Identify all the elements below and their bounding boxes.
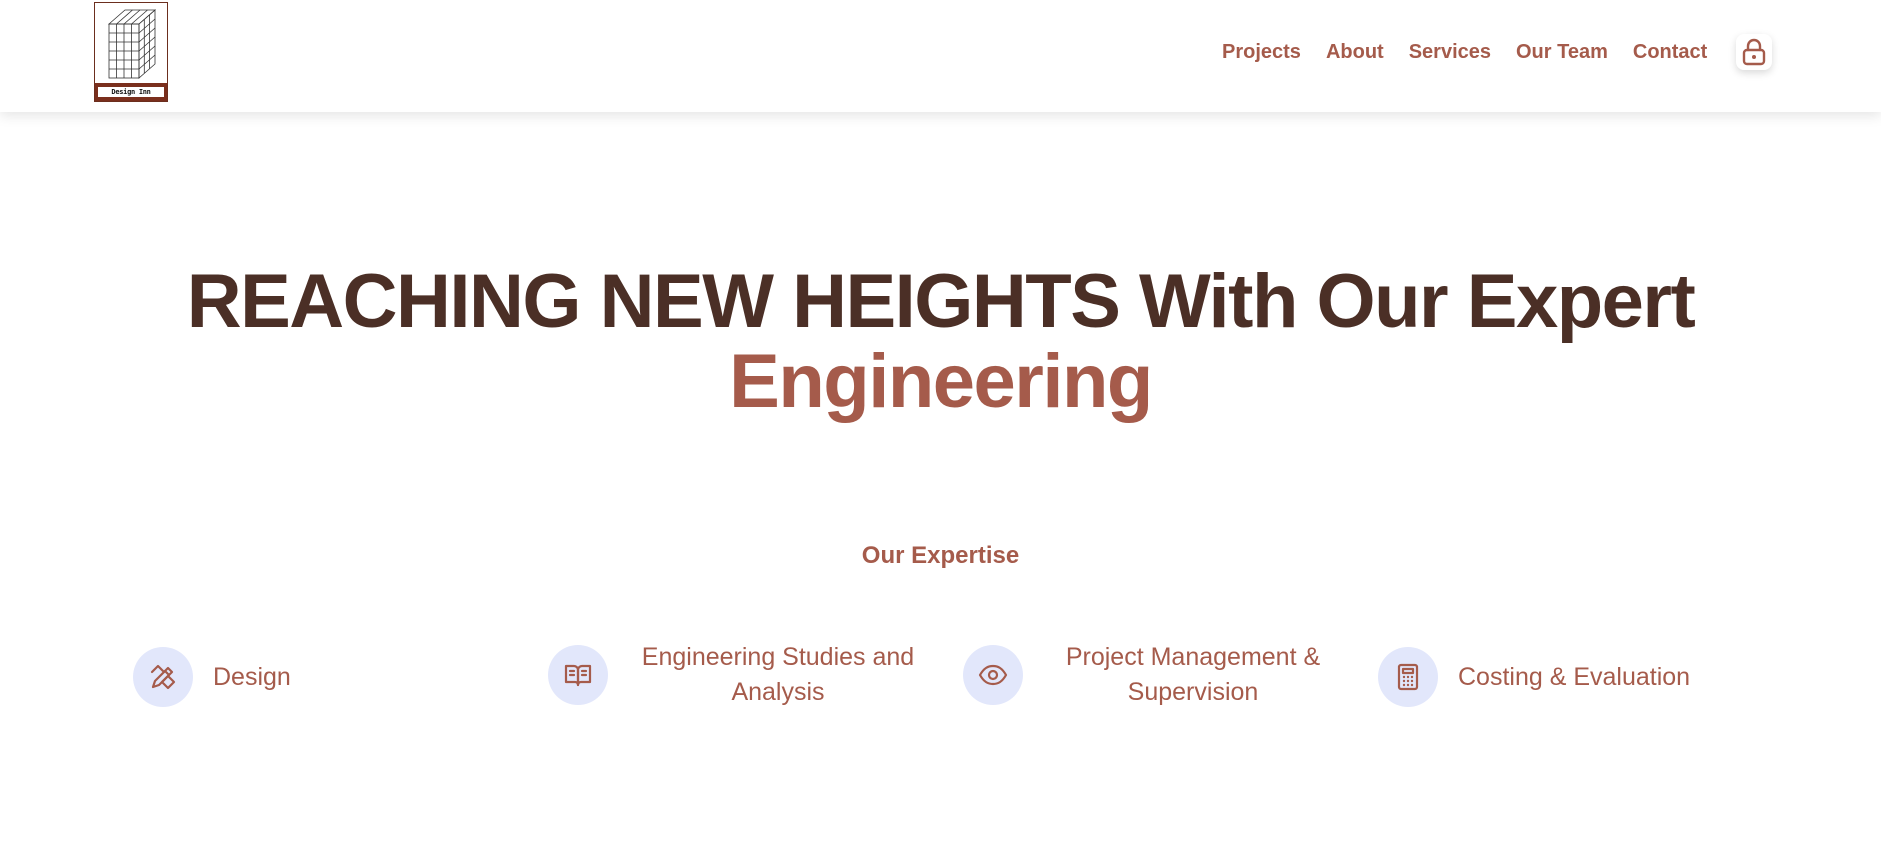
expertise-item-project-management[interactable]: Project Management & Supervision	[963, 640, 1343, 710]
main-nav: Projects About Services Our Team Contact	[1222, 36, 1732, 68]
site-logo[interactable]: Design Inn	[94, 2, 168, 102]
hero-title: REACHING NEW HEIGHTS With Our Expert	[186, 259, 1696, 344]
expertise-heading: Our Expertise	[861, 542, 1020, 569]
site-header: Design Inn Projects About Services Our T…	[0, 0, 1881, 112]
building-grid-icon	[107, 9, 157, 79]
expertise-label: Design	[213, 662, 291, 691]
expertise-label: Project Management & Supervision	[1065, 643, 1321, 706]
eye-icon	[963, 645, 1023, 705]
expertise-label: Engineering Studies and Analysis	[641, 643, 915, 706]
calculator-icon	[1378, 647, 1438, 707]
pencil-ruler-icon	[133, 647, 193, 707]
logo-band: Design Inn	[95, 83, 167, 101]
expertise-label: Costing & Evaluation	[1458, 662, 1691, 691]
expertise-item-design[interactable]: Design	[133, 647, 291, 707]
nav-services[interactable]: Services	[1409, 36, 1491, 68]
expertise-item-costing[interactable]: Costing & Evaluation	[1378, 647, 1690, 707]
hero-section: REACHING NEW HEIGHTS With Our Expert Eng…	[0, 262, 1881, 422]
nav-projects[interactable]: Projects	[1222, 36, 1301, 68]
nav-our-team[interactable]: Our Team	[1516, 36, 1608, 68]
hero-title-highlight: Engineering	[729, 339, 1153, 424]
nav-about[interactable]: About	[1326, 36, 1384, 68]
expertise-item-engineering-studies[interactable]: Engineering Studies and Analysis	[548, 640, 928, 710]
login-button[interactable]	[1736, 34, 1772, 70]
nav-contact[interactable]: Contact	[1633, 36, 1707, 68]
expertise-list: Design Engineering Studies and Analysis	[133, 640, 1783, 720]
logo-text: Design Inn	[98, 87, 164, 97]
lock-icon	[1742, 38, 1766, 66]
open-book-icon	[548, 645, 608, 705]
